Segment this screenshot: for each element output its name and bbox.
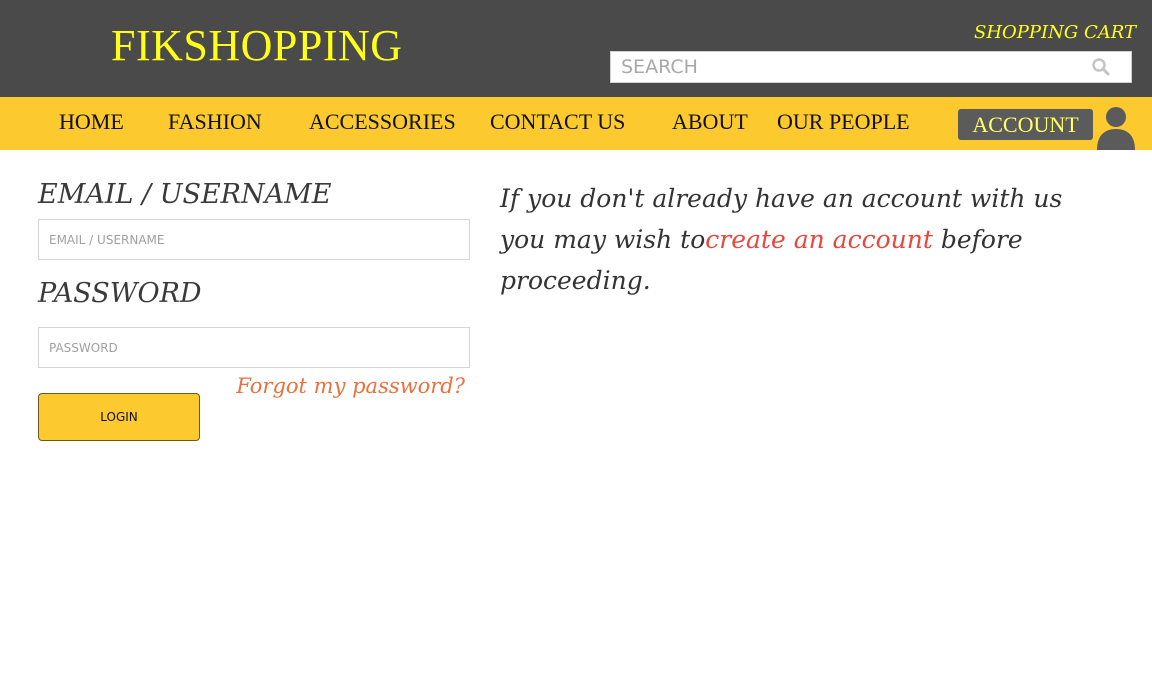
create-account-message: If you don't already have an account wit… — [500, 178, 1100, 301]
nav-item-home[interactable]: HOME — [59, 111, 124, 133]
search-icon[interactable] — [1091, 57, 1111, 77]
password-label: PASSWORD — [38, 278, 202, 309]
email-label: EMAIL / USERNAME — [38, 179, 332, 210]
user-icon[interactable] — [1095, 105, 1137, 150]
site-header: FIKSHOPPING SHOPPING CART — [0, 0, 1152, 97]
nav-item-accessories[interactable]: ACCESSORIES — [309, 111, 456, 133]
search-input[interactable] — [611, 52, 1081, 82]
nav-item-fashion[interactable]: FASHION — [168, 111, 262, 133]
create-account-link[interactable]: create an account — [705, 225, 933, 254]
forgot-password-link[interactable]: Forgot my password? — [236, 374, 465, 398]
login-button[interactable]: LOGIN — [38, 393, 200, 441]
shopping-cart-link[interactable]: SHOPPING CART — [974, 22, 1136, 43]
search-bar — [610, 51, 1132, 83]
nav-item-contact-us[interactable]: CONTACT US — [490, 111, 625, 133]
site-logo[interactable]: FIKSHOPPING — [111, 24, 403, 68]
nav-item-our-people[interactable]: OUR PEOPLE — [777, 111, 910, 133]
main-nav: HOME FASHION ACCESSORIES CONTACT US ABOU… — [0, 97, 1152, 150]
password-field[interactable] — [38, 327, 470, 368]
account-button[interactable]: ACCOUNT — [958, 109, 1093, 140]
email-field[interactable] — [38, 219, 470, 260]
nav-item-about[interactable]: ABOUT — [672, 111, 748, 133]
